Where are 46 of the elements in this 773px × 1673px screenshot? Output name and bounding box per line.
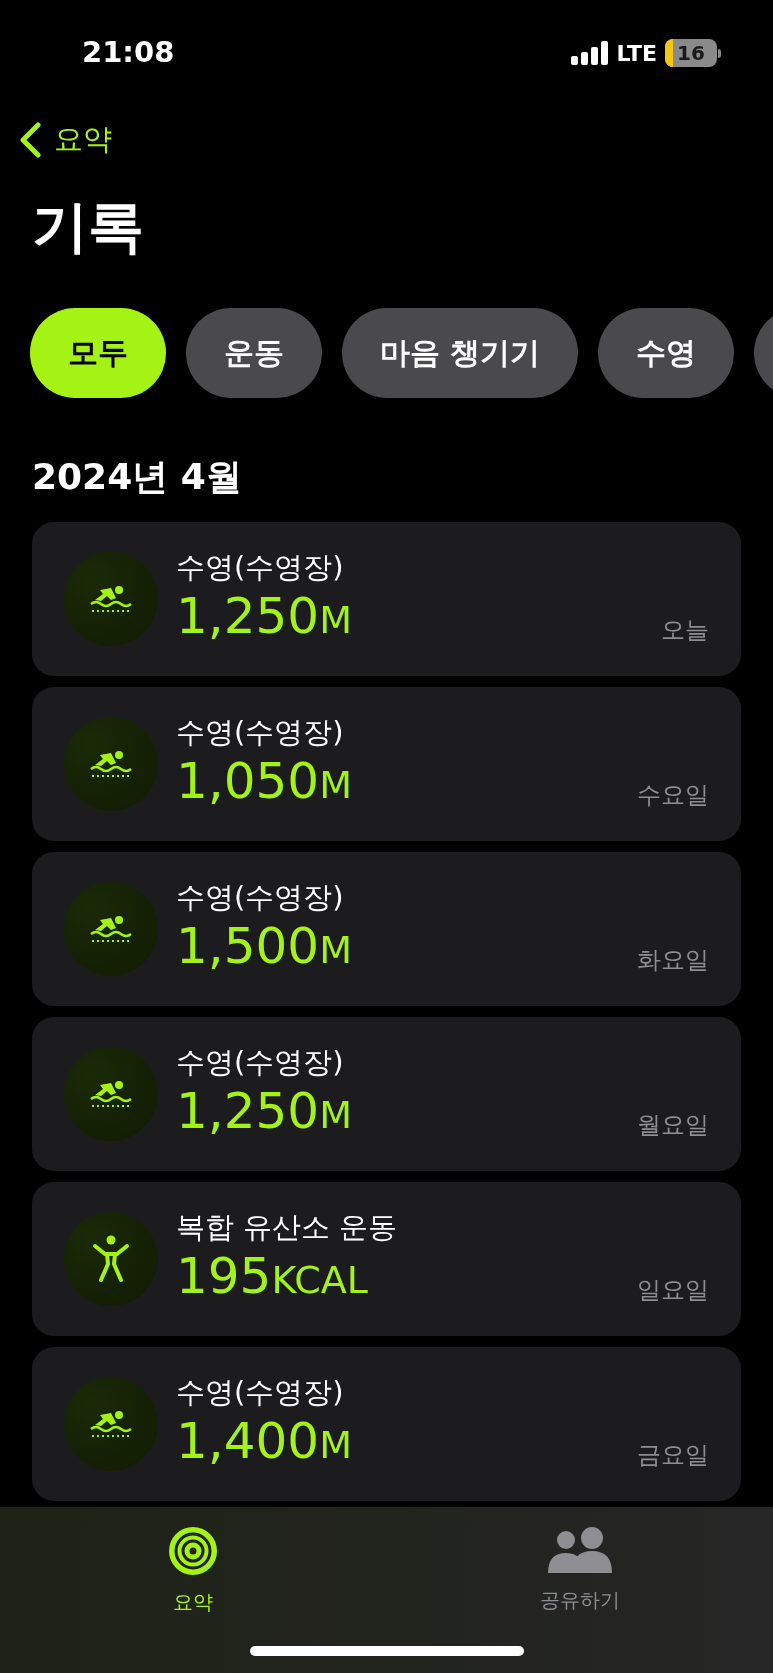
workout-name: 수영(수영장): [176, 878, 345, 916]
workout-day: 월요일: [637, 1106, 709, 1143]
swimmer-icon: [89, 1078, 133, 1109]
back-button[interactable]: 요약: [18, 118, 112, 162]
workout-value: 1,250M: [176, 585, 353, 647]
people-icon: [547, 1527, 612, 1573]
swimmer-icon: [89, 1408, 133, 1439]
workout-card[interactable]: 수영(수영장) 1,400M 금요일: [32, 1346, 741, 1501]
workout-card[interactable]: 수영(수영장) 1,250M 오늘: [32, 521, 741, 676]
filter-chip[interactable]: 운동: [186, 307, 322, 398]
filter-chip[interactable]: 수영: [598, 307, 735, 398]
filter-chip[interactable]: 모두: [30, 307, 166, 398]
swimmer-icon: [89, 583, 133, 614]
status-time: 21:08: [82, 34, 175, 72]
workout-card[interactable]: 수영(수영장) 1,050M 수요일: [32, 686, 741, 841]
workout-value: 1,050M: [176, 750, 353, 812]
page-title: 기록: [32, 192, 144, 261]
network-label: LTE: [616, 39, 657, 68]
filter-chip[interactable]: 마음 챙기기: [342, 307, 579, 398]
workout-name: 수영(수영장): [176, 1373, 345, 1411]
tab-bar-item[interactable]: 공유하기: [386, 1527, 773, 1673]
signal-icon: [570, 41, 609, 65]
workout-day: 화요일: [637, 941, 709, 978]
swimmer-icon: [89, 913, 133, 944]
workout-name: 복합 유산소 운동: [176, 1208, 399, 1246]
rings-icon: [169, 1527, 218, 1575]
workout-value: 1,500M: [176, 915, 353, 977]
swimmer-icon: [89, 748, 133, 779]
workout-value: 1,400M: [176, 1410, 353, 1472]
person-arms-up-icon: [91, 1233, 131, 1284]
workout-value: 195 KCAL: [176, 1245, 369, 1307]
workout-card[interactable]: 수영(수영장) 1,250M 월요일: [32, 1016, 741, 1171]
workout-day: 오늘: [661, 611, 709, 648]
workout-card[interactable]: 복합 유산소 운동 195 KCAL 일요일: [32, 1181, 741, 1336]
battery-fill: [665, 39, 673, 67]
workout-day: 일요일: [637, 1271, 709, 1308]
chevron-left-icon: [18, 121, 42, 158]
workout-day: 금요일: [637, 1436, 709, 1473]
workout-card[interactable]: 수영(수영장) 1,500M 화요일: [32, 851, 741, 1006]
workout-name: 수영(수영장): [176, 1043, 345, 1081]
workout-name: 수영(수영장): [176, 548, 345, 586]
workout-day: 수요일: [637, 776, 709, 813]
section-title: 2024년 4월: [32, 454, 242, 499]
battery-level: 16: [677, 40, 705, 67]
workout-name: 수영(수영장): [176, 713, 345, 751]
workout-value: 1,250M: [176, 1080, 353, 1142]
